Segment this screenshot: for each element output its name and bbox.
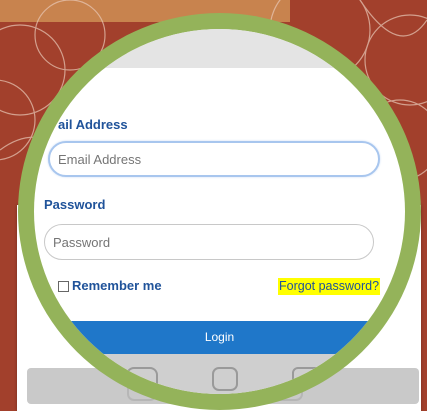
magnifier-ring: ail Address Password Remember me Forgot …	[18, 13, 421, 410]
password-input[interactable]	[44, 224, 374, 260]
remember-me-label[interactable]: Remember me	[72, 278, 162, 293]
password-label: Password	[44, 197, 106, 212]
instagram-icon[interactable]	[212, 367, 238, 391]
form-top-bar	[34, 29, 405, 68]
email-label: ail Address	[58, 117, 128, 132]
forgot-password-link[interactable]: Forgot password?	[278, 278, 381, 295]
login-button[interactable]: Login	[34, 321, 405, 354]
facebook-icon[interactable]	[126, 367, 158, 391]
email-input[interactable]	[48, 141, 380, 177]
youtube-icon[interactable]	[292, 367, 324, 391]
magnified-login-form: ail Address Password Remember me Forgot …	[34, 29, 405, 394]
remember-me-checkbox[interactable]	[58, 281, 69, 292]
